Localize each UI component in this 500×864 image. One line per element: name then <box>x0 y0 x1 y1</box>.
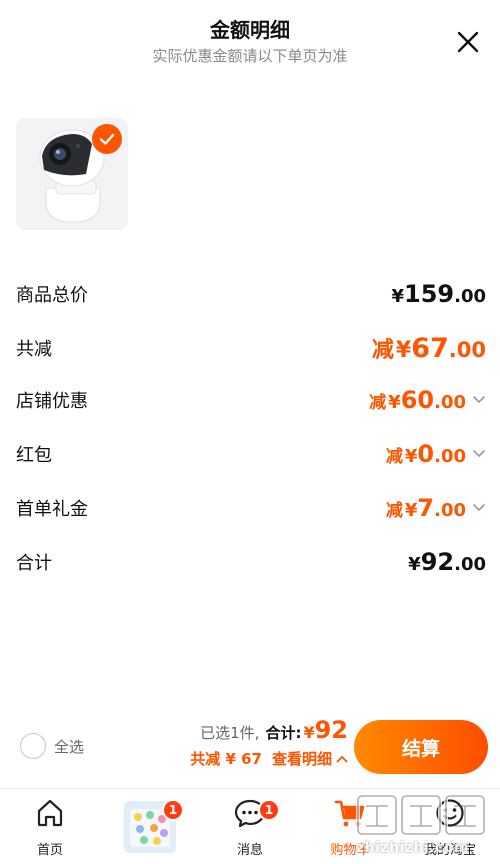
promo-badge: 1 <box>162 799 184 821</box>
row-label: 店铺优惠 <box>16 391 88 412</box>
cart-icon <box>334 800 365 827</box>
chevron-down-icon[interactable] <box>472 449 486 459</box>
amount-decimal: .00 <box>434 392 466 413</box>
tab-mine[interactable]: 我的淘宝 <box>400 797 500 858</box>
amount-integer: 92 <box>420 548 455 576</box>
amount-decimal: .00 <box>434 446 466 467</box>
tab-messages[interactable]: 1 消息 <box>200 797 300 858</box>
row-label: 共减 <box>16 339 52 360</box>
select-all-label: 全选 <box>54 737 85 756</box>
amount-decimal: .00 <box>434 500 466 521</box>
row-total-discount: 共减 减 ¥67.00 <box>16 330 486 366</box>
row-amount: 减 ¥67.00 <box>372 332 486 364</box>
selected-count: 已选1件, <box>200 724 260 742</box>
tab-cart[interactable]: 购物车 <box>300 797 400 858</box>
amount-integer: 60 <box>400 386 435 414</box>
price-summary: 已选1件, 合计: ¥ 92 共减 ¥ 67 查看明细 <box>190 716 348 769</box>
currency-symbol: ¥ <box>404 500 418 521</box>
row-amount: 减 ¥7.00 <box>386 494 486 522</box>
view-detail-label: 查看明细 <box>271 750 332 768</box>
total-label: 合计: <box>265 724 302 742</box>
select-all-toggle[interactable]: 全选 <box>20 733 84 759</box>
currency-symbol: ¥ <box>408 554 421 575</box>
row-amount: ¥92.00 <box>408 548 486 576</box>
amount-integer: 0 <box>417 440 435 468</box>
reduce-prefix: 减 <box>385 447 403 467</box>
row-first-order-gift[interactable]: 首单礼金 减 ¥7.00 <box>16 490 486 526</box>
discount-summary: 共减 ¥ 67 <box>190 750 262 768</box>
currency-symbol: ¥ <box>395 338 412 363</box>
amount-integer: 7 <box>417 494 435 522</box>
row-amount: 减 ¥0.00 <box>386 440 486 468</box>
checkout-button[interactable]: 结算 <box>354 720 488 774</box>
close-icon <box>457 31 479 53</box>
amount-decimal: .00 <box>448 338 486 362</box>
close-button[interactable] <box>456 30 480 54</box>
chevron-down-icon[interactable] <box>472 395 486 405</box>
page-subtitle: 实际优惠金额请以下单页为准 <box>152 47 348 65</box>
home-icon <box>37 799 63 827</box>
row-grand-total: 合计 ¥92.00 <box>16 544 486 580</box>
tab-cart-label: 购物车 <box>330 843 370 858</box>
amount-decimal: .00 <box>454 554 486 575</box>
radio-unchecked-icon[interactable] <box>20 733 46 759</box>
currency-symbol: ¥ <box>391 286 404 307</box>
page-title: 金额明细 <box>210 18 290 42</box>
amount-integer: 67 <box>411 333 449 364</box>
row-label: 合计 <box>16 553 52 574</box>
chevron-up-icon <box>336 755 348 762</box>
row-amount: 减 ¥60.00 <box>369 386 486 414</box>
currency-symbol: ¥ <box>404 446 418 467</box>
row-label: 红包 <box>16 445 52 466</box>
row-amount: ¥159.00 <box>391 280 486 308</box>
selected-check-badge[interactable] <box>92 124 122 154</box>
reduce-prefix: 减 <box>371 338 394 363</box>
row-total-price: 商品总价 ¥159.00 <box>16 276 486 312</box>
smiley-face-icon <box>436 799 464 827</box>
bottom-tab-bar: 首页 1 1 消息 购物车 我的淘宝 <box>0 788 500 864</box>
sheet-header: 金额明细 实际优惠金额请以下单页为准 <box>0 0 500 80</box>
currency-symbol: ¥ <box>388 392 401 413</box>
amount-decimal: .00 <box>454 286 486 307</box>
tab-home[interactable]: 首页 <box>0 797 100 858</box>
row-label: 商品总价 <box>16 285 88 306</box>
chevron-down-icon[interactable] <box>472 503 486 513</box>
tab-messages-label: 消息 <box>236 843 263 858</box>
row-store-discount[interactable]: 店铺优惠 减 ¥60.00 <box>16 382 486 418</box>
reduce-prefix: 减 <box>385 501 403 521</box>
total-value: 92 <box>314 716 348 744</box>
row-label: 首单礼金 <box>16 499 88 520</box>
row-red-packet[interactable]: 红包 减 ¥0.00 <box>16 436 486 472</box>
tab-home-label: 首页 <box>36 843 63 858</box>
messages-badge: 1 <box>258 799 280 821</box>
checkmark-icon <box>99 133 115 145</box>
total-currency: ¥ <box>303 723 315 742</box>
amount-integer: 159 <box>404 280 455 308</box>
view-detail-link[interactable]: 查看明细 <box>272 748 348 769</box>
tab-mine-label: 我的淘宝 <box>423 843 476 858</box>
reduce-prefix: 减 <box>369 393 387 413</box>
